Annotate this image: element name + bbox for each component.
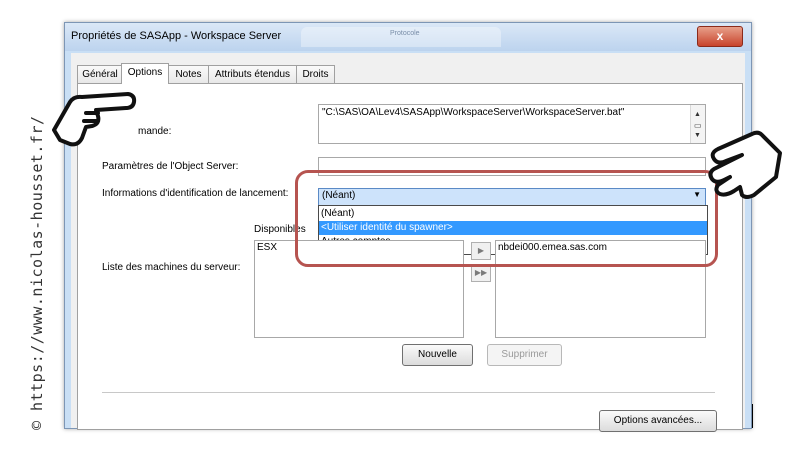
tab-attributs-etendus[interactable]: Attributs étendus — [208, 65, 297, 83]
divider-line — [752, 404, 753, 428]
tab-options[interactable]: Options — [121, 63, 169, 84]
background-window-title: Protocole — [390, 30, 420, 37]
close-icon: x — [716, 29, 724, 43]
launch-credentials-label: Informations d'identification de lanceme… — [102, 188, 289, 199]
commande-value: "C:\SAS\OA\Lev4\SASApp\WorkspaceServer\W… — [322, 107, 625, 118]
hand-pointing-icon — [708, 130, 782, 199]
tab-notes[interactable]: Notes — [168, 65, 209, 83]
supprimer-button[interactable]: Supprimer — [487, 344, 562, 366]
tab-droits[interactable]: Droits — [296, 65, 335, 83]
commande-field[interactable]: "C:\SAS\OA\Lev4\SASApp\WorkspaceServer\W… — [318, 104, 706, 144]
separator — [102, 392, 715, 393]
options-avancees-button[interactable]: Options avancées... — [599, 410, 717, 432]
window-title: Propriétés de SASApp - Workspace Server — [71, 30, 282, 42]
watermark: © https://www.nicolas-housset.fr/ — [28, 115, 46, 430]
available-item[interactable]: ESX — [257, 242, 277, 253]
object-server-label: Paramètres de l'Object Server: — [102, 161, 239, 172]
commande-label: mande: — [138, 126, 172, 137]
nouvelle-button[interactable]: Nouvelle — [402, 344, 473, 366]
machines-label: Liste des machines du serveur: — [102, 262, 241, 273]
scroll-up-icon[interactable]: ▲ — [694, 111, 701, 118]
callout-highlight-box — [295, 170, 718, 267]
close-button[interactable]: x — [697, 26, 743, 47]
hand-pointing-icon — [52, 92, 137, 147]
title-bar[interactable]: Propriétés de SASApp - Workspace Server … — [65, 23, 751, 51]
